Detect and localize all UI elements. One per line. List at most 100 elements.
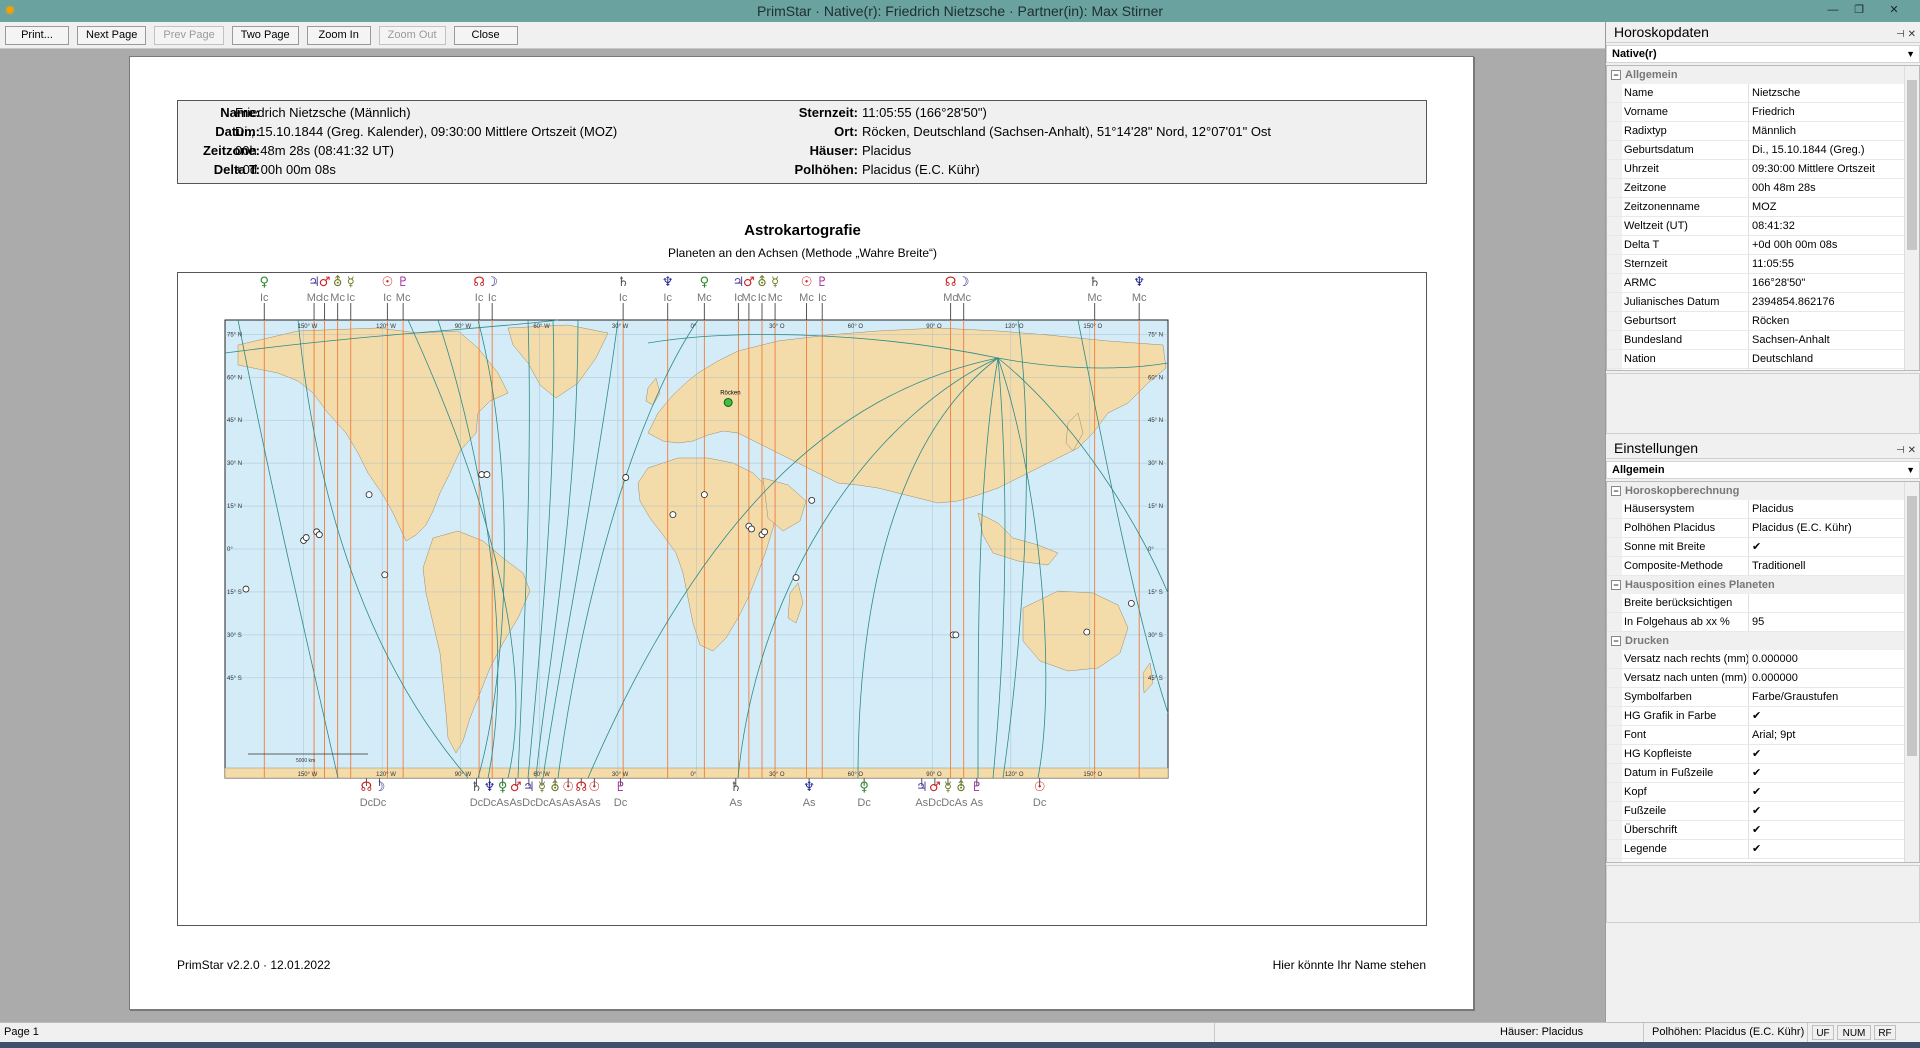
einstellungen-row[interactable]: Symbolfarben Farbe/Graustufen: [1607, 688, 1904, 707]
horoskopdaten-row-value[interactable]: Nietzsche: [1749, 84, 1904, 102]
crossing-marker[interactable]: [792, 574, 800, 582]
einstellungen-row-value[interactable]: Farbe/Graustufen: [1749, 688, 1904, 706]
einstellungen-row-value[interactable]: Placidus: [1749, 500, 1904, 518]
horoskopdaten-row-value[interactable]: Sachsen-Anhalt: [1749, 331, 1904, 349]
einstellungen-row[interactable]: Kopf ✔: [1607, 783, 1904, 802]
horoskopdaten-row[interactable]: Name Nietzsche: [1607, 84, 1904, 103]
einstellungen-row-value[interactable]: Placidus (E.C. Kühr): [1749, 519, 1904, 537]
horoskopdaten-row[interactable]: Julianisches Datum 2394854.862176: [1607, 293, 1904, 312]
horoskopdaten-row[interactable]: Sternzeit 11:05:55: [1607, 255, 1904, 274]
einstellungen-row[interactable]: Versatz nach rechts (mm) 0.000000: [1607, 650, 1904, 669]
horoskopdaten-row-value[interactable]: 00h 48m 28s: [1749, 179, 1904, 197]
einstellungen-category[interactable]: − Hausposition eines Planeten: [1607, 576, 1904, 594]
einstellungen-row-value[interactable]: ✔: [1749, 783, 1904, 801]
einstellungen-row[interactable]: Datum in Fußzeile ✔: [1607, 764, 1904, 783]
einstellungen-row-value[interactable]: Arial; 9pt: [1749, 726, 1904, 744]
einstellungen-row[interactable]: Versatz nach unten (mm) 0.000000: [1607, 669, 1904, 688]
chevron-down-icon[interactable]: ▼: [1906, 462, 1915, 478]
einstellungen-row-value[interactable]: 0.000000: [1749, 669, 1904, 687]
restore-button[interactable]: ❐: [1846, 0, 1872, 20]
einstellungen-row[interactable]: Composite-Methode Traditionell: [1607, 557, 1904, 576]
crossing-marker[interactable]: [302, 534, 310, 541]
horoskopdaten-row-value[interactable]: 11:05:55: [1749, 255, 1904, 273]
chevron-down-icon[interactable]: ▼: [1906, 46, 1915, 62]
horoskopdaten-row[interactable]: Zeitzonenname MOZ: [1607, 198, 1904, 217]
crossing-marker[interactable]: [700, 491, 708, 499]
horoskopdaten-row-value[interactable]: 08:41:32: [1749, 217, 1904, 235]
horoskopdaten-row-value[interactable]: Männlich: [1749, 122, 1904, 140]
einstellungen-row-value[interactable]: ✔: [1749, 745, 1904, 763]
horoskopdaten-row[interactable]: Bundesland Sachsen-Anhalt: [1607, 331, 1904, 350]
horoskopdaten-row-value[interactable]: 09:30:00 Mittlere Ortszeit: [1749, 160, 1904, 178]
einstellungen-row[interactable]: Polhöhen Placidus Placidus (E.C. Kühr): [1607, 519, 1904, 538]
horoskopdaten-row-value[interactable]: MOZ: [1749, 198, 1904, 216]
crossing-marker[interactable]: [315, 531, 323, 539]
crossing-marker[interactable]: [381, 571, 389, 579]
horoskopdaten-row[interactable]: Delta T +0d 00h 00m 08s: [1607, 236, 1904, 255]
einstellungen-row-value[interactable]: ✔: [1749, 840, 1904, 858]
einstellungen-property-grid[interactable]: − Horoskopberechnung Häusersystem Placidus P…: [1606, 481, 1920, 863]
prev-page-button[interactable]: Prev Page: [154, 25, 224, 45]
zoom-out-button[interactable]: Zoom Out: [378, 25, 446, 45]
scrollbar-thumb[interactable]: [1907, 80, 1917, 250]
scrollbar-thumb[interactable]: [1907, 496, 1917, 756]
einstellungen-row[interactable]: Legende ✔: [1607, 840, 1904, 859]
einstellungen-row[interactable]: HG Kopfleiste ✔: [1607, 745, 1904, 764]
collapse-icon[interactable]: −: [1611, 636, 1621, 646]
horoskopdaten-row[interactable]: Vorname Friedrich: [1607, 103, 1904, 122]
close-window-button[interactable]: ✕: [1872, 0, 1916, 20]
einstellungen-category[interactable]: − Horoskopberechnung: [1607, 482, 1904, 500]
einstellungen-row[interactable]: Fußzeile ✔: [1607, 802, 1904, 821]
einstellungen-row-value[interactable]: ✔: [1749, 707, 1904, 725]
pin-close-icons[interactable]: ⊣ ✕: [1896, 24, 1916, 45]
einstellungen-row-value[interactable]: 95: [1749, 613, 1904, 631]
horoskopdaten-row-value[interactable]: 2394854.862176: [1749, 293, 1904, 311]
einstellungen-row-value[interactable]: ✔: [1749, 538, 1904, 556]
sun-icon[interactable]: ✹: [2, 2, 18, 18]
einstellungen-row[interactable]: Sonne mit Breite ✔: [1607, 538, 1904, 557]
birthplace-marker[interactable]: [723, 397, 733, 407]
crossing-marker[interactable]: [952, 631, 960, 639]
einstellungen-row-value[interactable]: Traditionell: [1749, 557, 1904, 575]
print-button[interactable]: Print...: [5, 25, 69, 45]
einstellungen-category[interactable]: − Drucken: [1607, 632, 1904, 650]
crossing-marker[interactable]: [748, 525, 755, 533]
horoskopdaten-row[interactable]: Weltzeit (UT) 08:41:32: [1607, 217, 1904, 236]
crossing-marker[interactable]: [1083, 628, 1091, 636]
horoskopdaten-row[interactable]: Radixtyp Männlich: [1607, 122, 1904, 141]
horoskopdaten-category[interactable]: − Allgemein: [1607, 66, 1904, 84]
horoskopdaten-row[interactable]: Geografische Breite51°14'28" Nord: [1607, 369, 1904, 370]
crossing-marker[interactable]: [669, 511, 677, 519]
two-page-button[interactable]: Two Page: [231, 25, 299, 45]
horoskopdaten-row-value[interactable]: Friedrich: [1749, 103, 1904, 121]
horoskopdaten-row[interactable]: Nation Deutschland: [1607, 350, 1904, 369]
next-page-button[interactable]: Next Page: [77, 25, 147, 45]
collapse-icon[interactable]: −: [1611, 580, 1621, 590]
pin-close-icons[interactable]: ⊣ ✕: [1896, 440, 1916, 461]
collapse-icon[interactable]: −: [1611, 70, 1621, 80]
einstellungen-row[interactable]: HG Grafik in Farbe ✔: [1607, 707, 1904, 726]
zoom-in-button[interactable]: Zoom In: [306, 25, 371, 45]
crossing-marker[interactable]: [242, 585, 250, 593]
horoskopdaten-row-value[interactable]: Di., 15.10.1844 (Greg.): [1749, 141, 1904, 159]
horoskopdaten-row[interactable]: Zeitzone 00h 48m 28s: [1607, 179, 1904, 198]
crossing-marker[interactable]: [761, 528, 769, 536]
einstellungen-row-value[interactable]: [1749, 594, 1904, 612]
einstellungen-row[interactable]: Überschrift ✔: [1607, 821, 1904, 840]
einstellungen-row-value[interactable]: ✔: [1749, 802, 1904, 820]
crossing-marker[interactable]: [622, 474, 630, 481]
collapse-icon[interactable]: −: [1611, 486, 1621, 496]
horoskopdaten-row[interactable]: Uhrzeit 09:30:00 Mittlere Ortszeit: [1607, 160, 1904, 179]
einstellungen-row[interactable]: Breite berücksichtigen: [1607, 594, 1904, 613]
crossing-marker[interactable]: [1127, 599, 1135, 607]
horoskopdaten-row[interactable]: Geburtsdatum Di., 15.10.1844 (Greg.): [1607, 141, 1904, 160]
einstellungen-row[interactable]: In Folgehaus ab xx % 95: [1607, 613, 1904, 632]
horoskopdaten-row-value[interactable]: 166°28'50": [1749, 274, 1904, 292]
horoskopdaten-row-value[interactable]: Röcken: [1749, 312, 1904, 330]
einstellungen-row-value[interactable]: ✔: [1749, 764, 1904, 782]
einstellungen-row-value[interactable]: ✔: [1749, 821, 1904, 839]
einstellungen-row[interactable]: Font Arial; 9pt: [1607, 726, 1904, 745]
einstellungen-row[interactable]: Häusersystem Placidus: [1607, 500, 1904, 519]
einstellungen-scrollbar[interactable]: [1904, 482, 1919, 862]
horoskopdaten-row-value[interactable]: 51°14'28" Nord: [1749, 369, 1904, 370]
